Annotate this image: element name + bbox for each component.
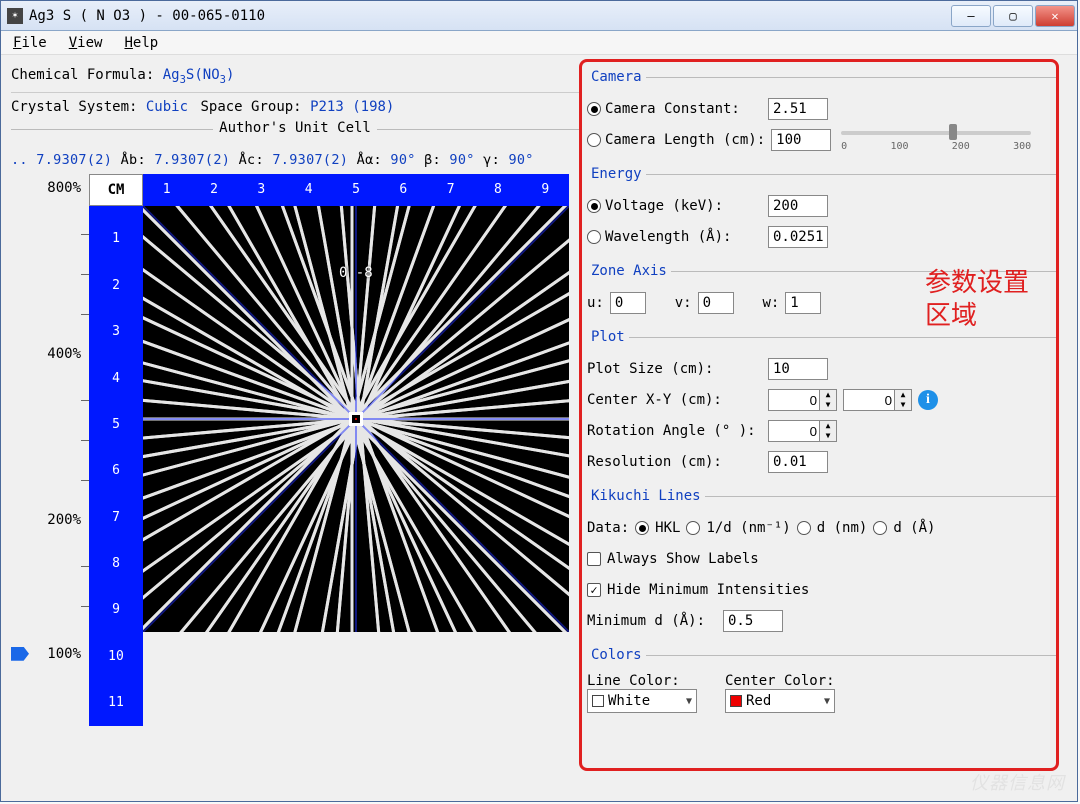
- watermark: 仪器信息网: [970, 769, 1065, 795]
- min-d-input[interactable]: [723, 610, 783, 632]
- close-button[interactable]: ✕: [1035, 5, 1075, 27]
- app-icon: ✶: [7, 8, 23, 24]
- kikuchi-legend: Kikuchi Lines: [587, 488, 705, 504]
- center-y-spin[interactable]: ▲▼: [843, 389, 912, 411]
- colors-legend: Colors: [587, 647, 646, 663]
- voltage-radio[interactable]: [587, 199, 601, 213]
- plot-overlay-label: 0 -8: [339, 265, 373, 281]
- maximize-button[interactable]: ▢: [993, 5, 1033, 27]
- camera-constant-input[interactable]: [768, 98, 828, 120]
- parameters-panel: 参数设置区域 Camera Camera Constant: Camera Le…: [579, 55, 1069, 801]
- energy-legend: Energy: [587, 166, 646, 182]
- titlebar: ✶ Ag3 S ( N O3 ) - 00-065-0110 — ▢ ✕: [1, 1, 1077, 31]
- plot-size-input[interactable]: [768, 358, 828, 380]
- menu-file[interactable]: File: [9, 33, 51, 53]
- camera-length-slider[interactable]: 0100 200300: [841, 125, 1031, 155]
- zone-w-input[interactable]: [785, 292, 821, 314]
- zoom-scale[interactable]: 800% 400% 200% 100%: [11, 174, 89, 694]
- center-color-label: Center Color:: [725, 673, 835, 689]
- center-x-spin[interactable]: ▲▼: [768, 389, 837, 411]
- data-dnm-radio[interactable]: [797, 521, 811, 535]
- minimize-button[interactable]: —: [951, 5, 991, 27]
- wavelength-radio[interactable]: [587, 230, 601, 244]
- window-title: Ag3 S ( N O3 ) - 00-065-0110: [29, 8, 949, 24]
- voltage-input[interactable]: [768, 195, 828, 217]
- rotation-spin[interactable]: ▲▼: [768, 420, 837, 442]
- camera-legend: Camera: [587, 69, 646, 85]
- data-dA-radio[interactable]: [873, 521, 887, 535]
- data-invd-radio[interactable]: [686, 521, 700, 535]
- menu-view[interactable]: View: [65, 33, 107, 53]
- line-color-label: Line Color:: [587, 673, 697, 689]
- unitcell-heading: Author's Unit Cell: [11, 129, 579, 146]
- crystal-system: Crystal System: Cubic Space Group: P213 …: [11, 99, 579, 115]
- wavelength-input[interactable]: [768, 226, 828, 248]
- plot-center-marker: [349, 412, 363, 426]
- ruler-left: 12 34 56 78 910 11: [89, 206, 143, 726]
- hide-min-checkbox[interactable]: [587, 583, 601, 597]
- resolution-input[interactable]: [768, 451, 828, 473]
- zone-u-input[interactable]: [610, 292, 646, 314]
- kikuchi-pattern[interactable]: 0 -8: [143, 206, 569, 632]
- left-panel: Chemical Formula: Ag3S(NO3) Crystal Syst…: [1, 55, 579, 801]
- unitcell-values: .. 7.9307(2) Åb: 7.9307(2) Åc: 7.9307(2)…: [11, 152, 579, 168]
- chemical-formula: Chemical Formula: Ag3S(NO3): [11, 67, 579, 86]
- camera-constant-radio[interactable]: [587, 102, 601, 116]
- ruler-unit: CM: [89, 174, 143, 206]
- data-hkl-radio[interactable]: [635, 521, 649, 535]
- camera-length-input[interactable]: [771, 129, 831, 151]
- menubar: File View Help: [1, 31, 1077, 55]
- info-icon[interactable]: i: [918, 390, 938, 410]
- zone-legend: Zone Axis: [587, 263, 671, 279]
- camera-length-radio[interactable]: [587, 133, 601, 147]
- ruler-top: CM 12 34 56 78 9: [89, 174, 569, 206]
- center-color-select[interactable]: Red▼: [725, 689, 835, 713]
- menu-help[interactable]: Help: [120, 33, 162, 53]
- zone-v-input[interactable]: [698, 292, 734, 314]
- line-color-select[interactable]: White▼: [587, 689, 697, 713]
- plot-legend: Plot: [587, 329, 629, 345]
- always-show-checkbox[interactable]: [587, 552, 601, 566]
- diffraction-plot[interactable]: CM 12 34 56 78 9 12 34 56 78: [89, 174, 569, 734]
